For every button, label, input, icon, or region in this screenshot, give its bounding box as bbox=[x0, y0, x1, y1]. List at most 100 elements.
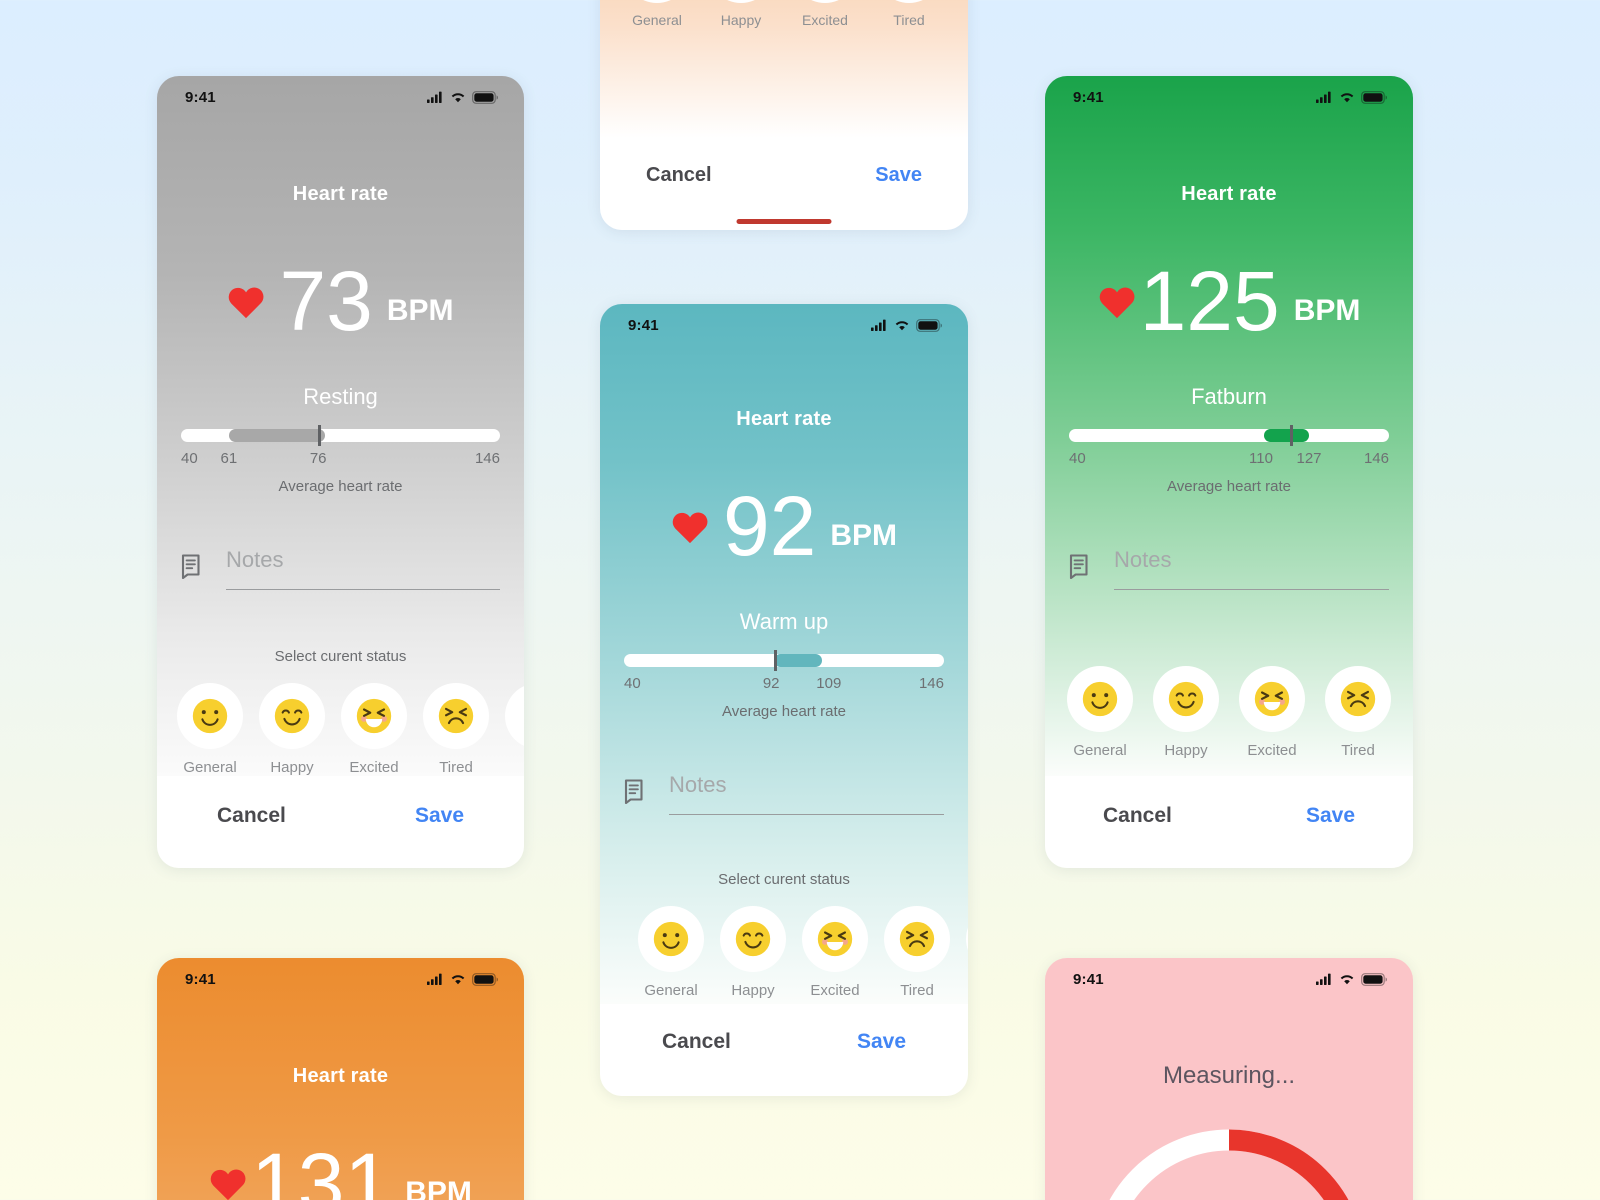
notes-input[interactable]: Notes bbox=[669, 772, 944, 815]
status-bar-time: 9:41 bbox=[1073, 88, 1104, 106]
slider-track[interactable] bbox=[624, 649, 944, 671]
mood-option-general[interactable]: General bbox=[638, 905, 704, 999]
heart-rate-slider[interactable]: 40 92 109 146 Average heart rate bbox=[624, 649, 944, 720]
smiley-general-icon bbox=[177, 682, 243, 749]
notes-input[interactable]: Notes bbox=[226, 547, 500, 590]
status-bar-time: 9:41 bbox=[185, 970, 216, 988]
bpm-unit: BPM bbox=[386, 293, 454, 327]
page-title: Heart rate bbox=[292, 183, 389, 205]
mood-label: Happy bbox=[270, 758, 314, 776]
page-title: Heart rate bbox=[1181, 183, 1277, 205]
select-status-title: Select curent status bbox=[274, 647, 407, 665]
slider-knob[interactable] bbox=[318, 424, 322, 446]
cancel-button[interactable]: Cancel bbox=[217, 804, 286, 828]
slider-ticks: 40 61 76 146 bbox=[181, 450, 500, 472]
measuring-gauge bbox=[1079, 1116, 1379, 1200]
mood-option-tired[interactable]: Tired bbox=[1325, 665, 1391, 759]
cancel-button[interactable]: Cancel bbox=[662, 1030, 731, 1054]
mood-option-general[interactable]: General bbox=[624, 0, 690, 28]
status-bar-icons bbox=[871, 318, 942, 332]
mood-option-next-partial[interactable] bbox=[505, 682, 524, 749]
mood-label: Excited bbox=[349, 758, 399, 776]
cancel-button[interactable]: Cancel bbox=[646, 164, 712, 187]
mood-option-excited[interactable]: Excited bbox=[792, 0, 858, 28]
slider-tick-max: 146 bbox=[918, 674, 944, 692]
cancel-button[interactable]: Cancel bbox=[1103, 804, 1172, 828]
mood-option-general[interactable]: General bbox=[1067, 665, 1133, 759]
save-button[interactable]: Save bbox=[857, 1030, 906, 1054]
smiley-tired-icon bbox=[876, 0, 942, 3]
mood-option-happy[interactable]: Happy bbox=[1153, 665, 1219, 759]
mood-label: Happy bbox=[1164, 741, 1208, 759]
save-button[interactable]: Save bbox=[875, 164, 922, 187]
slider-track[interactable] bbox=[1069, 424, 1389, 446]
mood-label: General bbox=[183, 758, 237, 776]
mood-label: General bbox=[1073, 741, 1127, 759]
smiley-general-icon bbox=[638, 905, 704, 972]
heart-rate-slider[interactable]: 40 110 127 146 Average heart rate bbox=[1069, 424, 1389, 495]
mood-label: Happy bbox=[720, 12, 762, 28]
status-bar-time: 9:41 bbox=[185, 88, 216, 106]
smiley-tired-icon bbox=[1325, 665, 1391, 732]
notes-placeholder: Notes bbox=[1114, 546, 1172, 572]
mood-option-happy[interactable]: Happy bbox=[720, 905, 786, 999]
heart-icon bbox=[229, 287, 264, 318]
average-heart-rate-label: Average heart rate bbox=[278, 477, 403, 495]
notes-row[interactable]: Notes bbox=[624, 772, 944, 815]
heart-rate-card-measuring: 9:41 Measuring... bbox=[1045, 958, 1413, 1200]
wifi-icon bbox=[1340, 975, 1354, 985]
notes-input[interactable]: Notes bbox=[1114, 547, 1389, 590]
save-button[interactable]: Save bbox=[415, 804, 464, 828]
slider-track[interactable] bbox=[181, 424, 500, 446]
average-heart-rate-label: Average heart rate bbox=[722, 702, 846, 720]
notes-row[interactable]: Notes bbox=[181, 547, 500, 590]
mood-option-tired[interactable]: Tired bbox=[876, 0, 942, 28]
mood-label: Tired bbox=[900, 981, 934, 999]
card-peach-footer: Cancel Save bbox=[600, 138, 968, 230]
status-bar: 9:41 bbox=[1045, 76, 1413, 118]
cellular-signal-icon bbox=[1316, 91, 1331, 103]
mood-option-excited[interactable]: Excited bbox=[1239, 665, 1305, 759]
mood-picker: General Happy Excited Tired bbox=[1045, 665, 1413, 759]
slider-fill bbox=[1264, 428, 1309, 442]
heart-rate-slider[interactable]: 40 61 76 146 Average heart rate bbox=[181, 424, 500, 495]
mood-label: Excited bbox=[810, 981, 860, 999]
bpm-unit: BPM bbox=[1293, 293, 1361, 327]
bpm-value: 73 bbox=[279, 254, 373, 348]
notes-icon bbox=[181, 554, 204, 584]
slider-tick-high: 109 bbox=[816, 674, 842, 692]
cellular-signal-icon bbox=[427, 91, 442, 103]
card-orange-body: 9:41 Heart rate 131 BPM bbox=[157, 958, 524, 1200]
zone-label: Fatburn bbox=[1191, 383, 1267, 409]
smiley-happy-icon bbox=[708, 0, 774, 3]
mood-picker-peach: General Happy Excited Tired bbox=[600, 0, 968, 46]
mood-option-happy[interactable]: Happy bbox=[708, 0, 774, 28]
status-bar-time: 9:41 bbox=[1073, 970, 1104, 988]
bpm-unit: BPM bbox=[405, 1175, 472, 1200]
mood-option-happy[interactable]: Happy bbox=[259, 682, 325, 776]
smiley-excited-icon bbox=[341, 682, 407, 749]
mood-option-next-partial[interactable] bbox=[966, 905, 968, 972]
mood-option-general[interactable]: General bbox=[177, 682, 243, 776]
slider-knob[interactable] bbox=[1289, 424, 1293, 446]
slider-tick-min: 40 bbox=[181, 449, 198, 467]
save-button[interactable]: Save bbox=[1306, 804, 1355, 828]
mood-label: General bbox=[632, 12, 682, 28]
status-bar: 9:41 bbox=[157, 76, 524, 118]
smiley-partial-icon bbox=[505, 682, 524, 749]
mood-option-excited[interactable]: Excited bbox=[802, 905, 868, 999]
status-bar-icons bbox=[427, 90, 498, 104]
mood-option-excited[interactable]: Excited bbox=[341, 682, 407, 776]
select-status-title: Select curent status bbox=[718, 870, 850, 888]
notes-icon bbox=[1069, 554, 1092, 584]
slider-tick-min: 40 bbox=[624, 674, 641, 692]
mood-label: Excited bbox=[1247, 741, 1297, 759]
notes-row[interactable]: Notes bbox=[1069, 547, 1389, 590]
mood-label: Excited bbox=[802, 12, 848, 28]
heart-rate-card-peach: 9:41 Select curent status General bbox=[600, 0, 968, 230]
status-bar: 9:41 bbox=[1045, 958, 1413, 1000]
mood-option-tired[interactable]: Tired bbox=[884, 905, 950, 999]
slider-knob[interactable] bbox=[774, 649, 778, 671]
mood-option-tired[interactable]: Tired bbox=[423, 682, 489, 776]
heart-icon bbox=[1099, 287, 1135, 318]
